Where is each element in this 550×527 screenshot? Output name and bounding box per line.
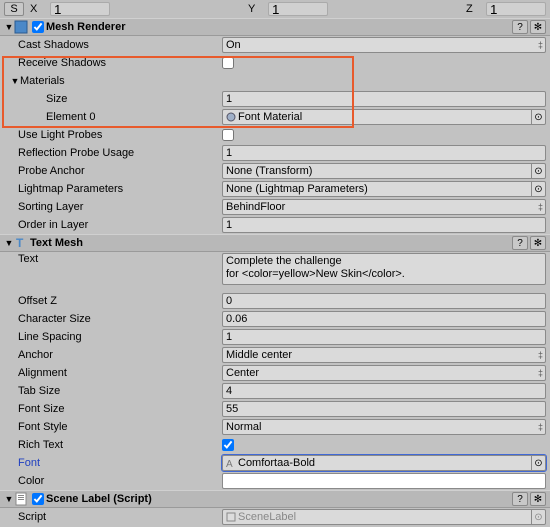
scale-y-label: Y: [248, 3, 262, 15]
materials-foldout-icon[interactable]: ▼: [10, 76, 20, 86]
cast-shadows-dropdown[interactable]: On‡: [222, 37, 546, 53]
mesh-renderer-icon: [14, 20, 28, 34]
foldout-icon[interactable]: ▼: [4, 22, 14, 32]
alignment-label: Alignment: [4, 367, 222, 379]
font-style-dropdown[interactable]: Normal‡: [222, 419, 546, 435]
probe-anchor-field[interactable]: None (Transform)⊙: [222, 163, 546, 179]
rich-text-checkbox[interactable]: [222, 439, 234, 451]
object-picker-icon[interactable]: ⊙: [531, 182, 545, 196]
materials-element0-label: Element 0: [4, 111, 222, 123]
scene-label-title: Scene Label (Script): [46, 493, 510, 505]
line-spacing-label: Line Spacing: [4, 331, 222, 343]
font-icon: A: [226, 458, 236, 468]
tab-size-input[interactable]: [222, 383, 546, 399]
materials-label: Materials: [20, 75, 65, 87]
offset-z-label: Offset Z: [4, 295, 222, 307]
use-light-probes-checkbox[interactable]: [222, 129, 234, 141]
text-mesh-header[interactable]: ▼ T Text Mesh ? ✻: [0, 234, 550, 252]
text-input[interactable]: Complete the challenge for <color=yellow…: [222, 253, 546, 285]
scale-x-input[interactable]: [50, 2, 110, 16]
svg-text:A: A: [226, 459, 233, 468]
foldout-icon[interactable]: ▼: [4, 494, 14, 504]
character-size-input[interactable]: [222, 311, 546, 327]
probe-anchor-label: Probe Anchor: [4, 165, 222, 177]
font-style-label: Font Style: [4, 421, 222, 433]
scale-z-input[interactable]: [486, 2, 546, 16]
script-icon: [14, 492, 28, 506]
scale-y-input[interactable]: [268, 2, 328, 16]
lightmap-parameters-label: Lightmap Parameters: [4, 183, 222, 195]
text-mesh-icon: T: [14, 236, 28, 250]
object-picker-icon[interactable]: ⊙: [531, 110, 545, 124]
component-menu-button[interactable]: ✻: [530, 236, 546, 250]
chevron-down-icon: ‡: [538, 350, 543, 360]
object-picker-icon[interactable]: ⊙: [531, 510, 545, 524]
scale-x-label: X: [30, 3, 44, 15]
sorting-layer-dropdown[interactable]: BehindFloor‡: [222, 199, 546, 215]
inspector-panel: { "top": { "btn": "S", "xl": "X", "xv": …: [0, 0, 550, 526]
chevron-down-icon: ‡: [538, 40, 543, 50]
scale-z-label: Z: [466, 3, 480, 15]
text-label: Text: [4, 253, 222, 265]
chevron-down-icon: ‡: [538, 368, 543, 378]
font-size-input[interactable]: [222, 401, 546, 417]
line-spacing-input[interactable]: [222, 329, 546, 345]
reflection-probe-usage-label: Reflection Probe Usage: [4, 147, 222, 159]
help-button[interactable]: ?: [512, 492, 528, 506]
component-menu-button[interactable]: ✻: [530, 492, 546, 506]
rich-text-label: Rich Text: [4, 439, 222, 451]
use-light-probes-label: Use Light Probes: [4, 129, 222, 141]
chevron-down-icon: ‡: [538, 202, 543, 212]
transform-scale-row: S X Y Z: [0, 0, 550, 18]
text-mesh-title: Text Mesh: [30, 237, 510, 249]
mesh-renderer-title: Mesh Renderer: [46, 21, 510, 33]
object-picker-icon[interactable]: ⊙: [531, 456, 545, 470]
lightmap-parameters-field[interactable]: None (Lightmap Parameters)⊙: [222, 181, 546, 197]
anchor-label: Anchor: [4, 349, 222, 361]
order-in-layer-input[interactable]: [222, 217, 546, 233]
help-button[interactable]: ?: [512, 236, 528, 250]
cast-shadows-label: Cast Shadows: [4, 39, 222, 51]
order-in-layer-label: Order in Layer: [4, 219, 222, 231]
receive-shadows-label: Receive Shadows: [4, 57, 222, 69]
scene-label-enable-checkbox[interactable]: [32, 493, 44, 505]
foldout-icon[interactable]: ▼: [4, 238, 14, 248]
component-menu-button[interactable]: ✻: [530, 20, 546, 34]
svg-text:T: T: [16, 236, 24, 250]
receive-shadows-checkbox[interactable]: [222, 57, 234, 69]
tab-size-label: Tab Size: [4, 385, 222, 397]
material-icon: [226, 112, 236, 122]
reflection-probe-usage-input[interactable]: [222, 145, 546, 161]
materials-element0-field[interactable]: Font Material ⊙: [222, 109, 546, 125]
color-field[interactable]: [222, 473, 546, 489]
font-field[interactable]: AComfortaa-Bold ⊙: [222, 455, 546, 471]
mesh-renderer-enable-checkbox[interactable]: [32, 21, 44, 33]
character-size-label: Character Size: [4, 313, 222, 325]
chevron-down-icon: ‡: [538, 422, 543, 432]
csharp-icon: [226, 512, 236, 522]
font-label: Font: [4, 457, 222, 469]
materials-size-input[interactable]: [222, 91, 546, 107]
script-field[interactable]: SceneLabel ⊙: [222, 509, 546, 525]
scene-label-header[interactable]: ▼ Scene Label (Script) ? ✻: [0, 490, 550, 508]
anchor-dropdown[interactable]: Middle center‡: [222, 347, 546, 363]
object-picker-icon[interactable]: ⊙: [531, 164, 545, 178]
help-button[interactable]: ?: [512, 20, 528, 34]
mesh-renderer-header[interactable]: ▼ Mesh Renderer ? ✻: [0, 18, 550, 36]
materials-size-label: Size: [4, 93, 222, 105]
offset-z-input[interactable]: [222, 293, 546, 309]
color-label: Color: [4, 475, 222, 487]
scale-button[interactable]: S: [4, 2, 24, 16]
alignment-dropdown[interactable]: Center‡: [222, 365, 546, 381]
script-label: Script: [4, 511, 222, 523]
sorting-layer-label: Sorting Layer: [4, 201, 222, 213]
font-size-label: Font Size: [4, 403, 222, 415]
